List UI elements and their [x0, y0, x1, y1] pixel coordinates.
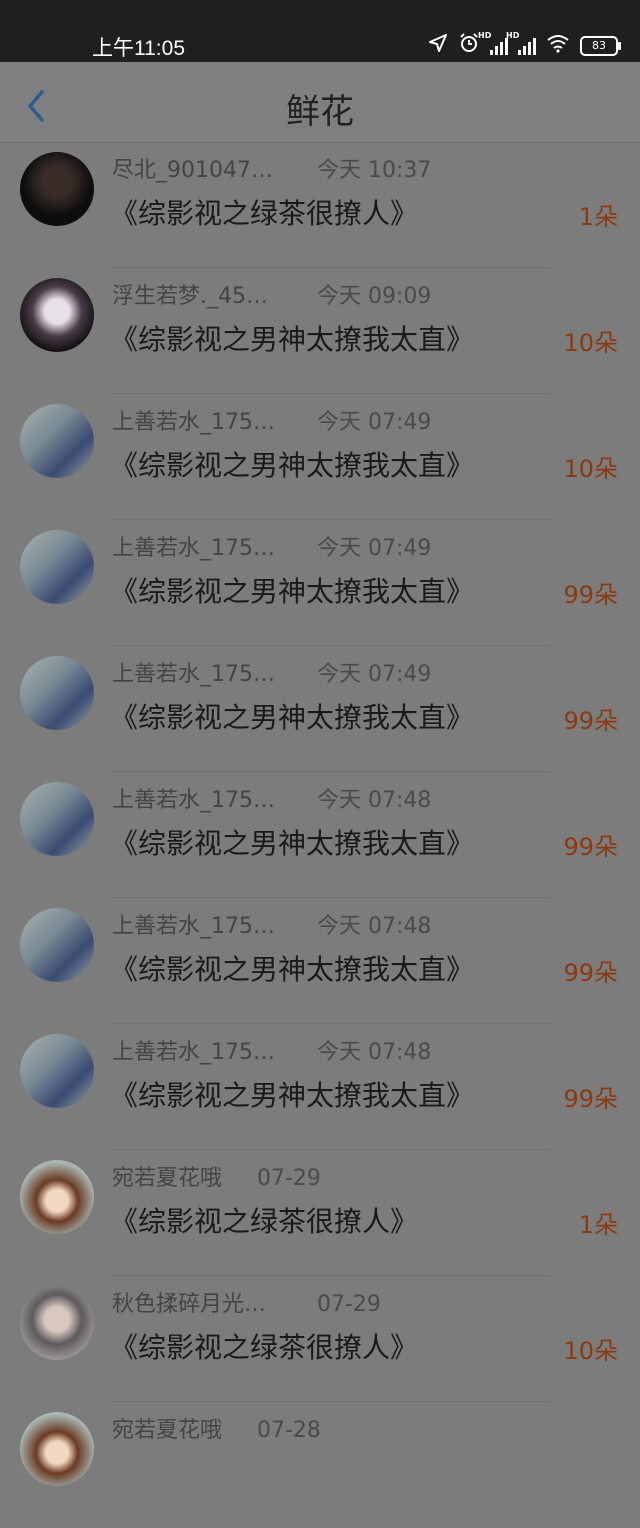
list-item[interactable]: 上善若水_175… 今天 07:48 《综影视之男神太撩我太直》 99朵: [0, 772, 640, 898]
list-item[interactable]: 上善若水_175… 今天 07:48 《综影视之男神太撩我太直》 99朵: [0, 1024, 640, 1150]
location-arrow-icon: [428, 33, 448, 58]
item-meta: 上善若水_175… 今天 07:48: [112, 1034, 431, 1066]
avatar[interactable]: [20, 1412, 94, 1486]
item-time: 今天 07:49: [317, 662, 432, 687]
avatar[interactable]: [20, 278, 94, 352]
status-time: 上午11:05: [92, 37, 185, 60]
wifi-icon: [546, 33, 570, 58]
item-time: 07-29: [317, 1292, 381, 1317]
list-item[interactable]: 浮生若梦._45… 今天 09:09 《综影视之男神太撩我太直》 10朵: [0, 268, 640, 394]
status-bar: 上午11:05 HD HD 83: [0, 0, 640, 62]
flower-count: 99朵: [563, 707, 618, 735]
book-title: 《综影视之男神太撩我太直》: [110, 953, 475, 986]
book-title: 《综影视之男神太撩我太直》: [110, 701, 475, 734]
book-title: 《综影视之男神太撩我太直》: [110, 449, 475, 482]
flower-count: 1朵: [578, 203, 618, 231]
book-title: 《综影视之男神太撩我太直》: [110, 827, 475, 860]
item-meta: 上善若水_175… 今天 07:49: [112, 404, 431, 436]
user-name: 上善若水_175…: [112, 1040, 275, 1065]
avatar[interactable]: [20, 152, 94, 226]
battery-indicator: 83: [580, 35, 621, 56]
book-title: 《综影视之绿茶很撩人》: [110, 1331, 419, 1364]
book-title: 《综影视之绿茶很撩人》: [110, 1205, 419, 1238]
item-time: 今天 10:37: [317, 158, 432, 183]
item-meta: 尽北_901047… 今天 10:37: [112, 152, 431, 184]
avatar[interactable]: [20, 908, 94, 982]
item-meta: 浮生若梦._45… 今天 09:09: [112, 278, 431, 310]
list-item[interactable]: 上善若水_175… 今天 07:48 《综影视之男神太撩我太直》 99朵: [0, 898, 640, 1024]
user-name: 宛若夏花哦: [112, 1418, 223, 1443]
list-item[interactable]: 上善若水_175… 今天 07:49 《综影视之男神太撩我太直》 99朵: [0, 646, 640, 772]
avatar[interactable]: [20, 1034, 94, 1108]
item-meta: 宛若夏花哦 07-29: [112, 1160, 321, 1192]
user-name: 上善若水_175…: [112, 536, 275, 561]
user-name: 上善若水_175…: [112, 662, 275, 687]
status-icons: HD HD 83: [428, 30, 621, 59]
user-name: 上善若水_175…: [112, 410, 275, 435]
nav-header: 鲜花: [0, 62, 640, 143]
item-time: 今天 09:09: [317, 284, 432, 309]
avatar[interactable]: [20, 1160, 94, 1234]
book-title: 《综影视之男神太撩我太直》: [110, 1079, 475, 1112]
flower-count: 99朵: [563, 833, 618, 861]
item-meta: 上善若水_175… 今天 07:49: [112, 656, 431, 688]
item-time: 今天 07:49: [317, 410, 432, 435]
item-time: 今天 07:48: [317, 1040, 432, 1065]
flower-count: 99朵: [563, 1085, 618, 1113]
flower-count: 10朵: [563, 329, 618, 357]
user-name: 宛若夏花哦: [112, 1166, 223, 1191]
item-meta: 秋色揉碎月光… 07-29: [112, 1286, 381, 1318]
alarm-icon: [458, 32, 480, 59]
book-title: 《综影视之男神太撩我太直》: [110, 575, 475, 608]
avatar[interactable]: [20, 530, 94, 604]
user-name: 秋色揉碎月光…: [112, 1292, 267, 1317]
user-name: 上善若水_175…: [112, 914, 275, 939]
flower-count: 99朵: [563, 581, 618, 609]
item-meta: 上善若水_175… 今天 07:49: [112, 530, 431, 562]
user-name: 浮生若梦._45…: [112, 284, 268, 309]
signal-label: HD: [506, 30, 520, 40]
avatar[interactable]: [20, 782, 94, 856]
item-meta: 宛若夏花哦 07-28: [112, 1412, 321, 1444]
list-item[interactable]: 上善若水_175… 今天 07:49 《综影视之男神太撩我太直》 10朵: [0, 394, 640, 520]
list-item[interactable]: 宛若夏花哦 07-29 《综影视之绿茶很撩人》 1朵: [0, 1150, 640, 1276]
flower-count: 10朵: [563, 455, 618, 483]
user-name: 尽北_901047…: [112, 158, 273, 183]
signal-strength-icon-2: HD: [506, 31, 536, 55]
list-item[interactable]: 宛若夏花哦 07-28: [0, 1402, 640, 1528]
flower-count: 1朵: [578, 1211, 618, 1239]
item-time: 今天 07:48: [317, 914, 432, 939]
item-meta: 上善若水_175… 今天 07:48: [112, 782, 431, 814]
flower-record-list: 尽北_901047… 今天 10:37 《综影视之绿茶很撩人》 1朵 浮生若梦._…: [0, 142, 640, 1528]
flower-count: 99朵: [563, 959, 618, 987]
item-time: 今天 07:49: [317, 536, 432, 561]
book-title: 《综影视之男神太撩我太直》: [110, 323, 475, 356]
avatar[interactable]: [20, 1286, 94, 1360]
avatar[interactable]: [20, 404, 94, 478]
user-name: 上善若水_175…: [112, 788, 275, 813]
item-meta: 上善若水_175… 今天 07:48: [112, 908, 431, 940]
page-title: 鲜花: [286, 92, 354, 132]
item-time: 今天 07:48: [317, 788, 432, 813]
list-item[interactable]: 上善若水_175… 今天 07:49 《综影视之男神太撩我太直》 99朵: [0, 520, 640, 646]
list-item[interactable]: 尽北_901047… 今天 10:37 《综影视之绿茶很撩人》 1朵: [0, 142, 640, 268]
item-time: 07-29: [257, 1166, 321, 1191]
list-item[interactable]: 秋色揉碎月光… 07-29 《综影视之绿茶很撩人》 10朵: [0, 1276, 640, 1402]
book-title: 《综影视之绿茶很撩人》: [110, 197, 419, 230]
flower-count: 10朵: [563, 1337, 618, 1365]
avatar[interactable]: [20, 656, 94, 730]
signal-label: HD: [478, 30, 492, 40]
